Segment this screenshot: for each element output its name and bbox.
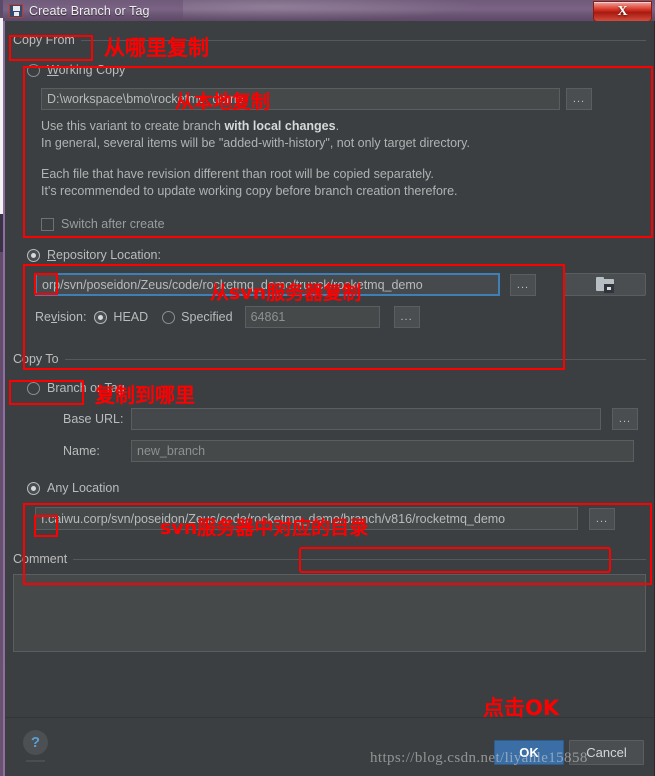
comment-title-row: Comment [13,550,646,568]
help-spacer [41,152,646,166]
copy-to-divider [64,358,646,360]
title-bar[interactable]: Create Branch or Tag X [3,0,655,22]
revision-browse-button[interactable]: ... [393,306,420,328]
branch-or-tag-radio[interactable] [27,381,40,395]
working-copy-label-text: orking Copy [58,63,126,77]
help-line-1-pre: Use this variant to create branch [41,119,225,133]
revision-head-radio[interactable] [94,310,108,324]
name-input[interactable]: new_branch [131,440,634,462]
base-url-browse-button[interactable]: ... [612,408,638,430]
repository-folder-button[interactable] [564,273,646,296]
copy-from-divider [80,39,646,41]
repository-location-label-text: epository Location: [56,248,161,262]
working-copy-browse-button[interactable]: ... [566,88,592,110]
revision-specified-radio[interactable] [162,310,176,324]
close-button[interactable]: X [593,1,652,22]
any-location-url-row: ı.caiwu.corp/svn/poseidon/Zeus/code/rock… [35,507,646,530]
switch-after-create-checkbox[interactable] [41,217,54,231]
help-line-1: Use this variant to create branch with l… [41,118,646,135]
revision-head-label: HEAD [113,310,149,324]
help-line-3: Each file that have revision different t… [41,167,434,181]
working-copy-radio-row[interactable]: Working Copy [27,60,646,80]
help-button-shadow [26,760,45,762]
branch-or-tag-radio-row[interactable]: Branch or Tag [27,378,646,398]
any-location-radio-row[interactable]: Any Location [27,478,646,498]
help-line-4: It's recommended to update working copy … [41,184,458,198]
working-copy-radio[interactable] [27,63,40,77]
cancel-button[interactable]: Cancel [569,740,644,765]
any-location-label: Any Location [47,481,120,495]
question-mark-icon: ? [30,734,41,751]
comment-textarea[interactable] [13,574,646,652]
working-copy-label: Working Copy [47,63,126,77]
switch-after-create-row[interactable]: Switch after create [41,214,646,234]
comment-group: Comment [13,550,646,652]
repository-location-label: Repository Location: [47,248,161,262]
repository-url-browse-button[interactable]: ... [510,273,536,296]
copy-from-panel: Working Copy D:\workspace\bmo\rocketmq_d… [13,49,646,334]
base-url-row: Base URL: ... [63,408,646,430]
repository-location-radio[interactable] [27,248,40,262]
repository-location-radio-row[interactable]: Repository Location: [27,245,646,265]
comment-title-text: omment [22,552,68,566]
any-location-browse-button[interactable]: ... [589,507,615,530]
working-copy-path-input[interactable]: D:\workspace\bmo\rocketmq_demo [41,88,560,110]
revision-specified-input[interactable]: 64861 [244,306,380,328]
dialog-footer: ? OK Cancel [5,717,654,776]
svn-branch-icon [9,3,23,18]
revision-specified-label: Specified [181,310,233,324]
copy-from-title: Copy From [13,33,75,47]
name-row: Name: new_branch [63,440,646,462]
any-location-radio[interactable] [27,481,40,495]
branch-or-tag-label: Branch or Tag [47,381,125,395]
base-url-label: Base URL: [63,412,124,426]
name-label: Name: [63,444,100,458]
switch-after-create-label: Switch after create [61,217,165,231]
repository-url-row: orp/svn/poseidon/Zeus/code/rocketmq_demo… [35,273,646,296]
base-url-input[interactable] [131,408,601,430]
help-line-1-post: . [335,119,340,133]
ok-button[interactable]: OK [494,740,564,765]
copy-from-group: Copy From Working Copy D:\workspace\bmo\… [13,31,646,334]
window-title: Create Branch or Tag [29,3,150,18]
repository-url-input[interactable]: orp/svn/poseidon/Zeus/code/rocketmq_demo… [35,273,500,296]
revision-row: Revision: HEAD Specified 64861 ... [35,306,646,328]
help-line-2: In general, several items will be "added… [41,136,470,150]
copy-to-title: Copy To [13,352,59,366]
help-line-1-bold: with local changes [224,119,336,133]
close-icon: X [617,3,628,19]
help-button[interactable]: ? [23,730,48,755]
copy-to-title-row: Copy To [13,350,646,368]
working-copy-help-text: Use this variant to create branch with l… [41,118,646,200]
revision-label: Revision: [35,310,87,324]
titlebar-glare [183,0,483,21]
working-copy-path-row: D:\workspace\bmo\rocketmq_demo ... [41,88,646,110]
folder-browse-icon [595,277,615,293]
comment-title: Comment [13,552,68,566]
comment-divider [73,558,646,560]
copy-from-title-row: Copy From [13,31,646,49]
copy-to-panel: Branch or Tag Base URL: ... Name: new_br… [13,368,646,536]
any-location-url-input[interactable]: ı.caiwu.corp/svn/poseidon/Zeus/code/rock… [35,507,578,530]
copy-to-group: Copy To Branch or Tag Base URL: ... Name… [13,350,646,536]
create-branch-dialog: Create Branch or Tag X Copy From Working… [3,0,655,776]
dialog-body: Copy From Working Copy D:\workspace\bmo\… [3,21,655,776]
